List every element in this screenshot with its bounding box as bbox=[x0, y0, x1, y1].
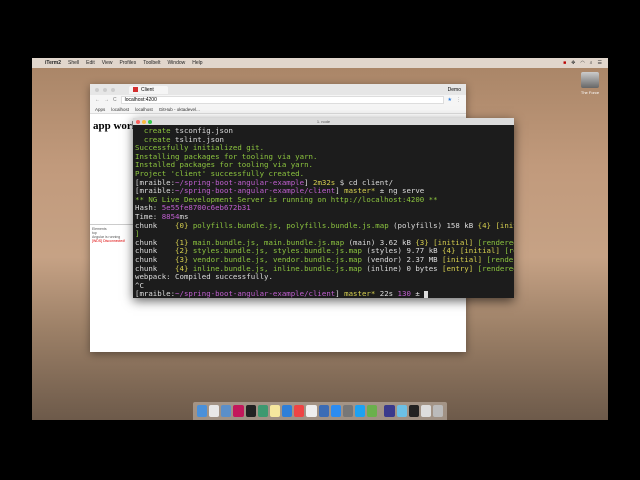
forward-icon[interactable]: → bbox=[104, 97, 109, 103]
bookmark-star-icon[interactable]: ★ bbox=[448, 97, 452, 103]
dock-app-icon[interactable] bbox=[245, 405, 256, 417]
dock-app-icon[interactable] bbox=[330, 405, 341, 417]
dock-app-icon[interactable] bbox=[318, 405, 329, 417]
terminal-titlebar: 1. node bbox=[133, 118, 514, 125]
dock-app-icon[interactable] bbox=[233, 405, 244, 417]
dock-app-icon[interactable] bbox=[282, 405, 293, 417]
browser-tab[interactable]: Client bbox=[129, 85, 168, 94]
terminal-text: ~/spring-boot-angular-example/client bbox=[175, 289, 336, 299]
menu-icon[interactable]: ⋮ bbox=[456, 97, 461, 103]
terminal-text: 22s bbox=[375, 289, 398, 299]
terminal-text: chunk bbox=[135, 220, 176, 230]
terminal-line: Hash: 5e55fe8700c6eb672b31 bbox=[135, 204, 512, 213]
terminal-line: webpack: Compiled successfully. bbox=[135, 272, 512, 282]
zoom-button[interactable] bbox=[111, 87, 115, 92]
terminal-line: chunk {0} polyfills.bundle.js, polyfills… bbox=[135, 220, 514, 231]
drive-label: The Force bbox=[580, 90, 600, 95]
status-icon[interactable]: ■ bbox=[563, 60, 566, 66]
bookmark-localhost-2[interactable]: localhost bbox=[135, 107, 153, 112]
dock-app-icon[interactable] bbox=[342, 405, 354, 417]
angular-icon bbox=[133, 87, 138, 92]
dropbox-icon[interactable]: ✥ bbox=[571, 60, 575, 66]
menu-window[interactable]: Window bbox=[167, 60, 185, 66]
bookmark-localhost[interactable]: localhost bbox=[111, 107, 129, 112]
terminal-text: {0} bbox=[175, 220, 193, 230]
terminal-text: [initial] bbox=[495, 220, 514, 230]
terminal-window[interactable]: 1. node create tsconfig.json create tsli… bbox=[133, 118, 514, 298]
dock-app-icon[interactable] bbox=[355, 405, 366, 417]
console-error: [WDS] Disconnected! bbox=[92, 239, 126, 243]
bookmark-github[interactable]: GitHub - oktadevel... bbox=[159, 107, 200, 112]
dock-app-icon[interactable] bbox=[384, 405, 395, 417]
dock-app-icon[interactable] bbox=[269, 405, 281, 417]
dock-app-icon[interactable] bbox=[306, 405, 317, 417]
tab-title: Client bbox=[141, 86, 154, 93]
zoom-button[interactable] bbox=[148, 119, 152, 124]
terminal-text: [rendered] bbox=[477, 263, 514, 273]
menu-view[interactable]: View bbox=[102, 60, 113, 66]
terminal-text: {4} bbox=[477, 220, 496, 230]
devtools-panel: Elements top Angular is running [WDS] Di… bbox=[90, 224, 134, 284]
dock-app-icon[interactable] bbox=[367, 405, 378, 417]
desktop: iTerm2 Shell Edit View Profiles Toolbelt… bbox=[32, 58, 608, 420]
menu-profiles[interactable]: Profiles bbox=[120, 60, 137, 66]
status-icons: ■ ✥ ◠ ⌕ ☰ bbox=[563, 58, 602, 68]
terminal-text: webpack: Compiled successfully. bbox=[135, 272, 273, 282]
search-icon[interactable]: ⌕ bbox=[590, 60, 593, 66]
dock-app-icon[interactable] bbox=[432, 405, 444, 417]
menu-help[interactable]: Help bbox=[192, 60, 202, 66]
menu-bar: iTerm2 Shell Edit View Profiles Toolbelt… bbox=[32, 58, 608, 68]
address-bar-row: ← → C localhost:4200 ★ ⋮ bbox=[90, 95, 466, 105]
menu-list-icon[interactable]: ☰ bbox=[598, 60, 602, 66]
wifi-icon[interactable]: ◠ bbox=[580, 60, 584, 66]
back-icon[interactable]: ← bbox=[95, 97, 100, 103]
reload-icon[interactable]: C bbox=[113, 97, 117, 103]
close-button[interactable] bbox=[136, 119, 140, 124]
menu-edit[interactable]: Edit bbox=[86, 60, 95, 66]
dock-app-icon[interactable] bbox=[221, 405, 232, 417]
terminal-title: 1. node bbox=[316, 119, 331, 124]
dock-app-icon[interactable] bbox=[408, 405, 419, 417]
terminal-text: [mraible: bbox=[135, 289, 176, 299]
close-button[interactable] bbox=[95, 87, 99, 92]
desktop-drive[interactable]: The Force bbox=[575, 72, 605, 95]
dock-app-icon[interactable] bbox=[209, 405, 220, 417]
terminal-text: master* bbox=[344, 289, 376, 299]
terminal-text: ± bbox=[410, 289, 425, 299]
terminal-cursor bbox=[424, 290, 429, 298]
dock-app-icon[interactable] bbox=[197, 405, 208, 417]
menu-app-name[interactable]: iTerm2 bbox=[45, 60, 61, 66]
url-input[interactable]: localhost:4200 bbox=[120, 96, 444, 104]
menu-toolbelt[interactable]: Toolbelt bbox=[143, 60, 160, 66]
browser-tabbar: Client Demo bbox=[90, 84, 466, 95]
profile-button[interactable]: Demo bbox=[448, 87, 461, 93]
bookmarks-bar: Apps localhost localhost GitHub - oktade… bbox=[90, 105, 466, 114]
bookmark-apps[interactable]: Apps bbox=[95, 107, 105, 112]
terminal-text: 130 bbox=[397, 289, 411, 299]
dock bbox=[193, 402, 447, 420]
terminal-text: (polyfills) 158 kB bbox=[388, 220, 478, 230]
menu-shell[interactable]: Shell bbox=[68, 60, 79, 66]
dock-app-icon[interactable] bbox=[294, 405, 305, 417]
dock-app-icon[interactable] bbox=[420, 405, 431, 417]
terminal-text: (inline) 0 bytes bbox=[361, 263, 443, 273]
dock-app-icon[interactable] bbox=[257, 405, 268, 417]
minimize-button[interactable] bbox=[142, 119, 146, 124]
minimize-button[interactable] bbox=[103, 87, 107, 92]
dock-app-icon[interactable] bbox=[396, 405, 407, 417]
drive-icon bbox=[581, 72, 599, 88]
terminal-line: [mraible:~/spring-boot-angular-example/c… bbox=[135, 289, 512, 299]
terminal-text: polyfills.bundle.js, polyfills.bundle.js… bbox=[192, 220, 389, 230]
terminal-text: [entry] bbox=[442, 263, 478, 273]
terminal-output[interactable]: create tsconfig.json create tslint.json S… bbox=[133, 125, 514, 301]
terminal-text: ] bbox=[335, 289, 345, 299]
